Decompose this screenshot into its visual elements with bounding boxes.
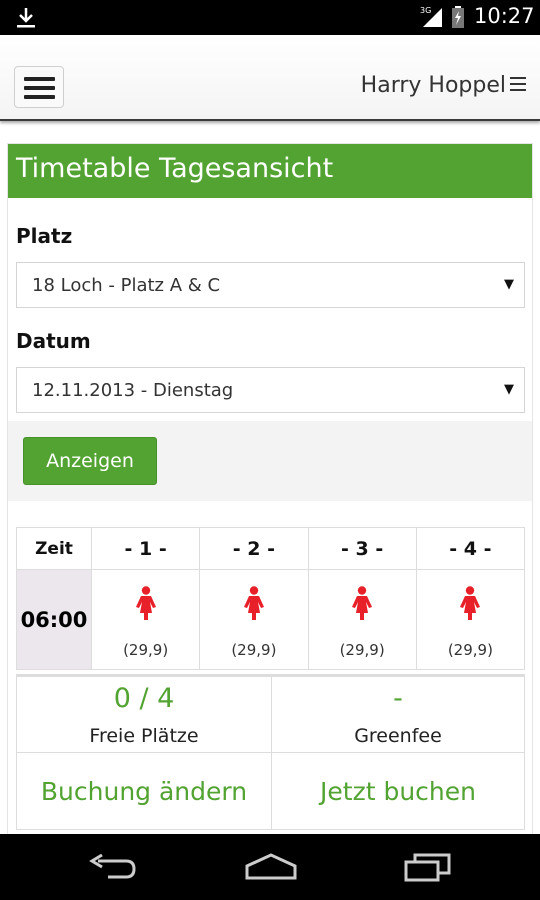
dropdown-arrow-icon: ▼ bbox=[504, 382, 514, 397]
female-person-icon bbox=[460, 586, 481, 620]
list-icon bbox=[510, 77, 526, 91]
timetable: Zeit - 1 - - 2 - - 3 - - 4 - 06:00 (29,9… bbox=[16, 527, 526, 670]
table-row: 06:00 (29,9) (29,9) (29,9) (29,9) bbox=[16, 569, 526, 670]
datum-label: Datum bbox=[16, 329, 91, 353]
button-area: Anzeigen bbox=[8, 421, 532, 501]
slot-cell-3[interactable]: (29,9) bbox=[307, 569, 417, 670]
download-icon bbox=[17, 8, 35, 28]
back-icon[interactable] bbox=[88, 854, 138, 880]
column-header-1: - 1 - bbox=[90, 527, 201, 570]
battery-icon bbox=[452, 6, 464, 28]
user-name: Harry Hoppel bbox=[360, 73, 506, 98]
timetable-panel: Timetable Tagesansicht Platz 18 Loch - P… bbox=[7, 143, 533, 843]
platz-select[interactable]: 18 Loch - Platz A & C ▼ bbox=[16, 262, 525, 308]
panel-title: Timetable Tagesansicht bbox=[8, 144, 532, 198]
slot-cell-1[interactable]: (29,9) bbox=[90, 569, 201, 670]
datum-selected-value: 12.11.2013 - Dienstag bbox=[32, 380, 234, 401]
platz-label: Platz bbox=[16, 224, 73, 248]
home-icon[interactable] bbox=[244, 852, 298, 880]
network-label: 3G bbox=[420, 6, 431, 15]
column-header-3: - 3 - bbox=[307, 527, 417, 570]
hamburger-icon-bar bbox=[24, 86, 55, 90]
column-header-4: - 4 - bbox=[415, 527, 526, 570]
system-nav-bar bbox=[0, 834, 540, 900]
slot-cell-2[interactable]: (29,9) bbox=[199, 569, 309, 670]
signal-icon: 3G bbox=[420, 6, 442, 27]
anzeigen-button[interactable]: Anzeigen bbox=[23, 437, 157, 485]
free-slots-value: 0 / 4 bbox=[113, 683, 175, 714]
female-person-icon bbox=[352, 586, 373, 620]
clock: 10:27 bbox=[474, 4, 535, 28]
slot-price: (29,9) bbox=[339, 641, 385, 659]
change-booking-button[interactable]: Buchung ändern bbox=[17, 753, 271, 830]
greenfee-label: Greenfee bbox=[354, 725, 442, 747]
greenfee-value: - bbox=[393, 683, 403, 714]
slot-cell-4[interactable]: (29,9) bbox=[415, 569, 526, 670]
female-person-icon bbox=[135, 586, 156, 620]
app-header: Harry Hoppel bbox=[0, 35, 540, 121]
dropdown-arrow-icon: ▼ bbox=[504, 277, 514, 292]
female-person-icon bbox=[243, 586, 264, 620]
book-now-button[interactable]: Jetzt buchen bbox=[272, 753, 524, 830]
hamburger-menu-button[interactable] bbox=[14, 66, 64, 108]
slot-price: (29,9) bbox=[123, 641, 169, 659]
platz-selected-value: 18 Loch - Platz A & C bbox=[32, 275, 221, 296]
hamburger-icon-bar bbox=[24, 77, 55, 81]
slot-price: (29,9) bbox=[231, 641, 277, 659]
column-header-2: - 2 - bbox=[199, 527, 309, 570]
column-header-zeit: Zeit bbox=[16, 527, 92, 570]
slot-price: (29,9) bbox=[447, 641, 493, 659]
hamburger-icon-bar bbox=[24, 95, 55, 99]
status-bar: 3G 10:27 bbox=[0, 0, 540, 35]
recent-apps-icon[interactable] bbox=[403, 852, 453, 882]
timetable-header-row: Zeit - 1 - - 2 - - 3 - - 4 - bbox=[16, 527, 526, 570]
booking-summary: 0 / 4 Freie Plätze - Greenfee Buchung än… bbox=[16, 674, 525, 830]
free-slots-label: Freie Plätze bbox=[89, 725, 199, 747]
time-cell: 06:00 bbox=[16, 569, 92, 670]
user-menu[interactable]: Harry Hoppel bbox=[361, 73, 526, 98]
datum-select[interactable]: 12.11.2013 - Dienstag ▼ bbox=[16, 367, 525, 413]
